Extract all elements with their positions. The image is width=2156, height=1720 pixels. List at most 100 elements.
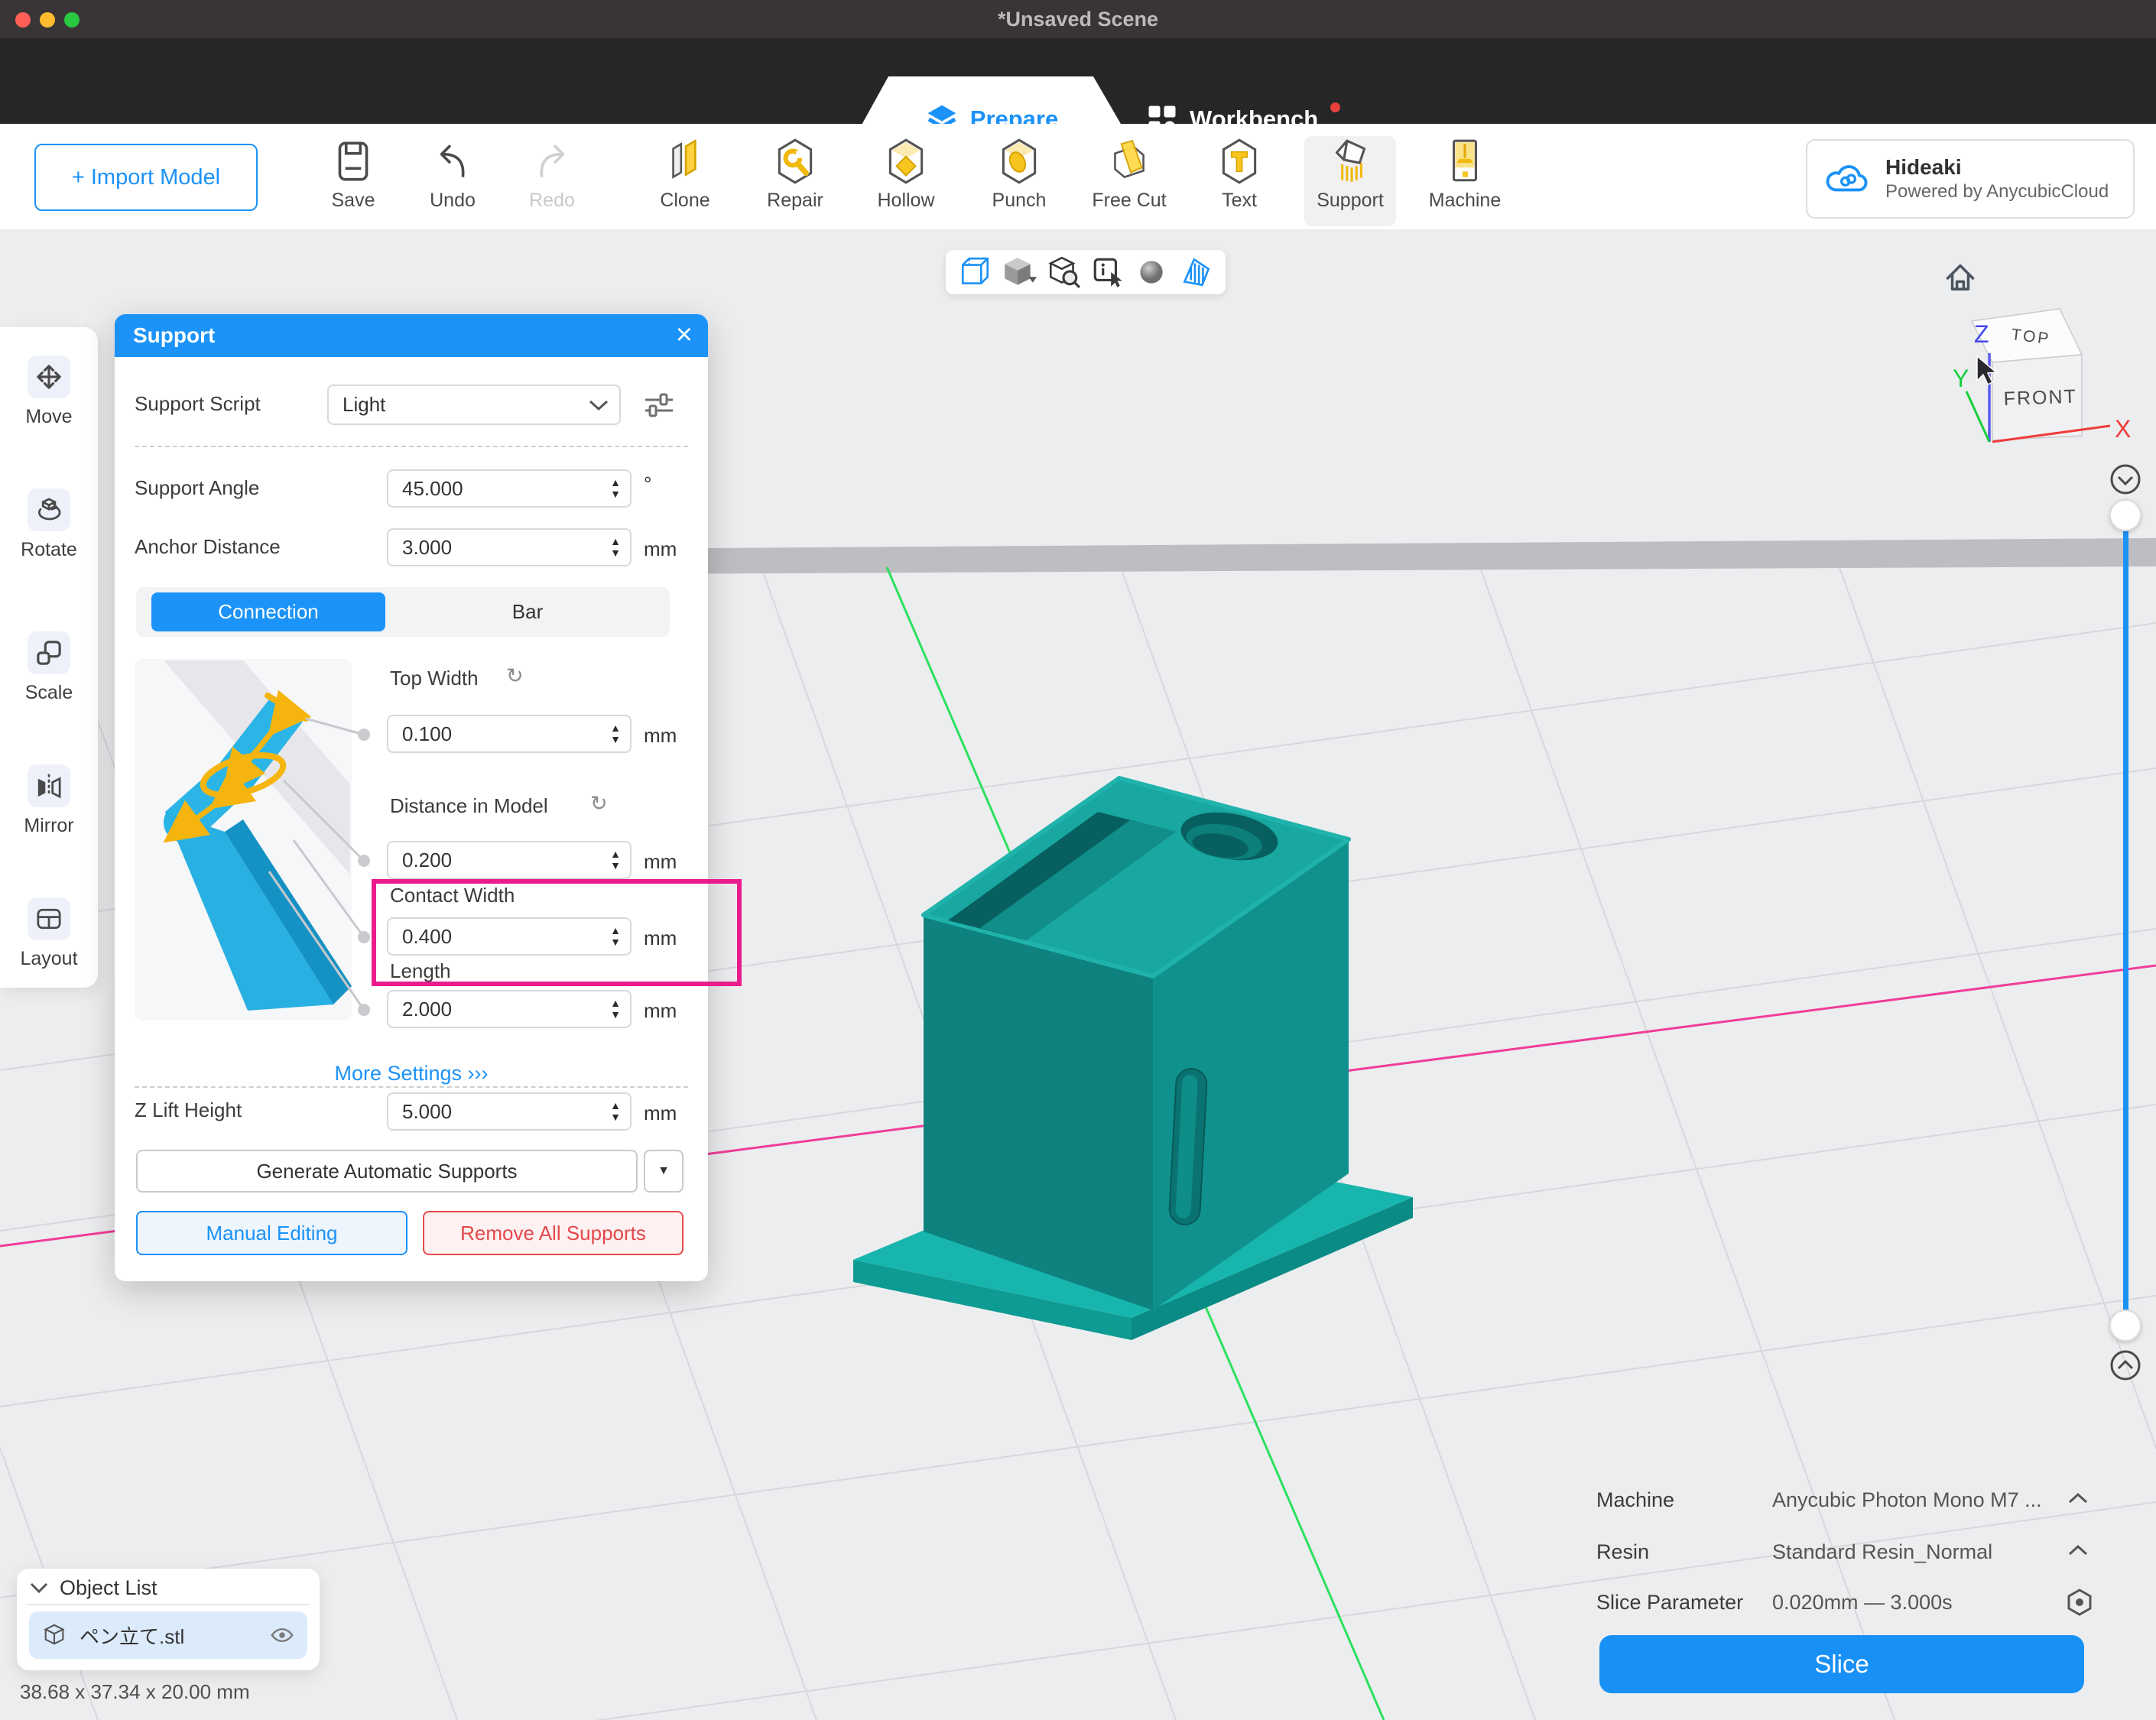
generate-options-dropdown[interactable]: ▼ — [644, 1150, 683, 1193]
support-dialog-header[interactable]: Support × — [115, 314, 708, 357]
app-window: *Unsaved Scene Prepare Workbench — [0, 0, 2156, 1720]
distance-in-model-input[interactable]: 0.200 ▲▼ — [387, 841, 632, 879]
y-axis-label: Y — [1953, 365, 1969, 392]
layer-slider-track[interactable] — [2123, 501, 2128, 1325]
more-settings-link[interactable]: More Settings ››› — [115, 1062, 708, 1086]
slice-parameter-value[interactable]: 0.020mm — 3.000s — [1772, 1591, 1953, 1615]
divider — [135, 1086, 688, 1088]
move-tool[interactable] — [28, 355, 70, 398]
script-settings-icon[interactable] — [642, 391, 676, 421]
mm-unit: mm — [644, 1102, 677, 1125]
spin-up-icon: ▲ — [610, 998, 621, 1009]
model-dimensions: 38.68 x 37.34 x 20.00 mm — [20, 1680, 250, 1704]
anchor-distance-input[interactable]: 3.000 ▲▼ — [387, 528, 632, 566]
hollow-button[interactable]: Hollow — [860, 136, 952, 226]
resin-collapse-icon[interactable] — [2066, 1541, 2090, 1559]
scale-tool[interactable] — [28, 631, 70, 674]
machine-label: Machine — [1596, 1488, 1674, 1512]
account-subtitle: Powered by AnycubicCloud — [1885, 181, 2109, 203]
text-button[interactable]: Text — [1193, 136, 1285, 226]
support-angle-input[interactable]: 45.000 ▲▼ — [387, 469, 632, 508]
spinner[interactable]: ▲▼ — [610, 849, 621, 871]
refresh-icon[interactable]: ↻ — [590, 792, 608, 816]
z-lift-height-input[interactable]: 5.000 ▲▼ — [387, 1092, 632, 1131]
inspect-model-icon[interactable] — [1046, 255, 1081, 290]
resin-value[interactable]: Standard Resin_Normal — [1772, 1540, 1992, 1564]
scale-label: Scale — [0, 682, 98, 704]
generate-supports-button[interactable]: Generate Automatic Supports — [136, 1150, 638, 1193]
free-cut-button[interactable]: Free Cut — [1083, 136, 1175, 226]
machine-collapse-icon[interactable] — [2066, 1489, 2090, 1507]
layer-range-expand-button[interactable] — [2109, 1348, 2142, 1382]
punch-button[interactable]: Punch — [973, 136, 1065, 226]
spinner[interactable]: ▲▼ — [610, 477, 621, 500]
manual-editing-button[interactable]: Manual Editing — [136, 1211, 407, 1255]
visibility-eye-icon[interactable] — [269, 1622, 295, 1648]
support-button[interactable]: Support — [1304, 136, 1396, 226]
mode-tab-bar: Prepare Workbench — [0, 38, 2156, 124]
layout-tool[interactable] — [28, 897, 70, 940]
account-badge[interactable]: Hideaki Powered by AnycubicCloud — [1806, 139, 2135, 219]
home-view-button[interactable] — [1943, 261, 1977, 295]
cloud-icon — [1824, 161, 1872, 196]
machine-value[interactable]: Anycubic Photon Mono M7 ... — [1772, 1488, 2042, 1512]
free-cut-icon — [1104, 136, 1154, 187]
layout-label: Layout — [0, 948, 98, 970]
machine-button[interactable]: Machine — [1419, 136, 1511, 226]
slice-button[interactable]: Slice — [1599, 1635, 2084, 1693]
divider — [135, 446, 688, 447]
degree-unit: ° — [644, 472, 651, 496]
mm-unit: mm — [644, 724, 677, 748]
length-input[interactable]: 2.000 ▲▼ — [387, 990, 632, 1028]
slice-preview-icon[interactable] — [1178, 255, 1213, 290]
remove-all-supports-button[interactable]: Remove All Supports — [423, 1211, 683, 1255]
support-preview-image — [135, 659, 352, 1021]
undo-button[interactable]: Undo — [407, 136, 498, 226]
collapse-chevron-icon[interactable] — [29, 1581, 49, 1595]
viewcube-front-label[interactable]: FRONT — [2003, 386, 2077, 410]
repair-button[interactable]: Repair — [749, 136, 841, 226]
spin-up-icon: ▲ — [610, 722, 621, 734]
model-pen-holder[interactable] — [853, 778, 1413, 1340]
perspective-view-icon[interactable] — [958, 255, 993, 290]
spin-down-icon: ▼ — [610, 860, 621, 871]
spin-down-icon: ▼ — [610, 547, 621, 559]
spinner[interactable]: ▲▼ — [610, 998, 621, 1021]
spinner[interactable]: ▲▼ — [610, 1100, 621, 1123]
tab-connection[interactable]: Connection — [151, 592, 385, 631]
import-model-button[interactable]: + Import Model — [34, 144, 258, 211]
clone-button[interactable]: Clone — [639, 136, 731, 226]
model-info-icon[interactable] — [1090, 255, 1125, 290]
top-width-input[interactable]: 0.100 ▲▼ — [387, 715, 632, 753]
mirror-tool[interactable] — [28, 764, 70, 807]
sphere-view-icon[interactable] — [1134, 255, 1169, 290]
refresh-icon[interactable]: ↻ — [506, 664, 524, 688]
undo-icon — [427, 136, 478, 187]
dialog-title: Support — [133, 314, 215, 357]
notification-dot — [1330, 102, 1340, 112]
rotate-tool[interactable] — [28, 488, 70, 531]
length-label: Length — [390, 959, 451, 983]
redo-button[interactable]: Redo — [506, 136, 598, 226]
support-script-select[interactable]: Light — [327, 385, 621, 425]
tab-bar[interactable]: Bar — [385, 587, 670, 637]
spinner[interactable]: ▲▼ — [610, 722, 621, 745]
shading-mode-icon[interactable] — [1002, 255, 1037, 290]
spin-up-icon: ▲ — [610, 849, 621, 860]
spinner[interactable]: ▲▼ — [610, 536, 621, 559]
layer-range-collapse-button[interactable] — [2109, 462, 2142, 496]
object-list-panel: Object List ペン立て.stl — [17, 1569, 320, 1670]
contact-width-input[interactable]: 0.400 ▲▼ — [387, 917, 632, 956]
save-button[interactable]: Save — [307, 136, 399, 226]
slice-parameter-icon[interactable] — [2064, 1587, 2095, 1618]
spin-down-icon: ▼ — [610, 1112, 621, 1123]
spinner[interactable]: ▲▼ — [610, 925, 621, 948]
support-angle-label: Support Angle — [135, 475, 259, 500]
y-axis — [1966, 391, 1989, 442]
layer-slider-top-handle[interactable] — [2109, 499, 2141, 531]
mm-unit: mm — [644, 927, 677, 950]
chevron-down-icon — [587, 398, 610, 412]
object-list-item[interactable]: ペン立て.stl — [29, 1611, 307, 1659]
layer-slider-bottom-handle[interactable] — [2109, 1309, 2141, 1342]
close-icon[interactable]: × — [676, 314, 693, 357]
